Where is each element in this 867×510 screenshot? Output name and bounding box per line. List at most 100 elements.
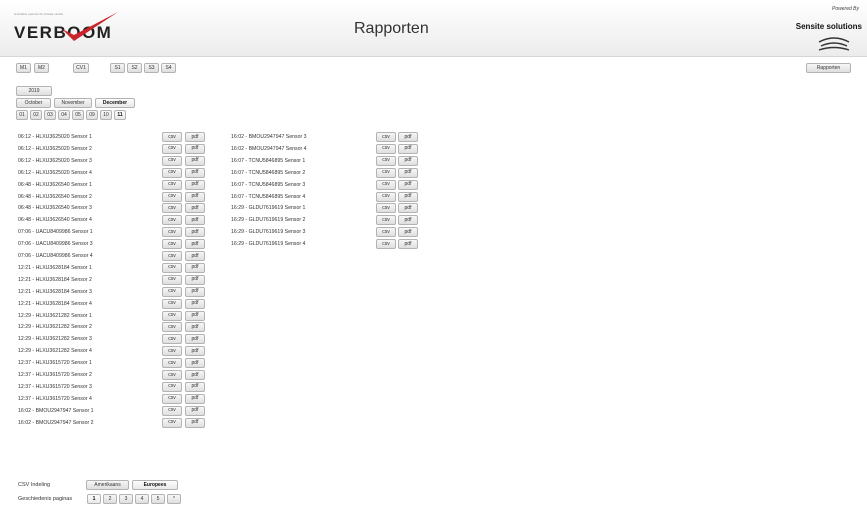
day-button-03[interactable]: 03: [44, 110, 56, 120]
csv-download-button[interactable]: csv: [376, 132, 396, 142]
pdf-download-button[interactable]: pdf: [185, 191, 205, 202]
csv-download-button[interactable]: csv: [162, 393, 182, 404]
csv-download-button[interactable]: csv: [162, 239, 182, 250]
csv-download-button[interactable]: csv: [162, 155, 182, 166]
sensor-button-s1[interactable]: S1: [110, 63, 125, 73]
month-tab-november[interactable]: November: [54, 98, 92, 108]
csv-download-button[interactable]: csv: [376, 191, 396, 202]
day-button-05[interactable]: 05: [72, 110, 84, 120]
csv-download-button[interactable]: csv: [162, 167, 182, 178]
pdf-download-button[interactable]: pdf: [398, 191, 418, 202]
sensor-button-s3[interactable]: S3: [144, 63, 159, 73]
csv-download-button[interactable]: csv: [162, 322, 182, 333]
csv-download-button[interactable]: csv: [162, 381, 182, 392]
csv-download-button[interactable]: csv: [162, 334, 182, 345]
pdf-download-button[interactable]: pdf: [185, 132, 205, 142]
pdf-download-button[interactable]: pdf: [185, 370, 205, 380]
csv-download-button[interactable]: csv: [162, 370, 182, 380]
month-tab-october[interactable]: October: [16, 98, 51, 108]
month-tab-december[interactable]: December: [95, 98, 135, 108]
history-page-button[interactable]: 3: [119, 494, 133, 504]
csv-download-button[interactable]: csv: [376, 227, 396, 238]
pdf-download-button[interactable]: pdf: [398, 227, 418, 238]
pdf-download-button[interactable]: pdf: [185, 381, 205, 392]
pdf-download-button[interactable]: pdf: [185, 239, 205, 250]
csv-download-button[interactable]: csv: [376, 167, 396, 178]
pdf-download-button[interactable]: pdf: [185, 155, 205, 166]
pdf-download-button[interactable]: pdf: [185, 310, 205, 321]
csv-download-button[interactable]: csv: [162, 358, 182, 369]
csv-format-europees[interactable]: Europees: [132, 480, 178, 490]
csv-download-button[interactable]: csv: [162, 405, 182, 416]
csv-download-button[interactable]: csv: [162, 203, 182, 214]
csv-download-button[interactable]: csv: [162, 310, 182, 321]
toolbar: M1 M2 CV1 S1 S2 S3 S4 Rapporten: [0, 60, 867, 74]
day-button-04[interactable]: 04: [58, 110, 70, 120]
pdf-download-button[interactable]: pdf: [185, 251, 205, 261]
csv-download-button[interactable]: csv: [376, 179, 396, 190]
pdf-download-button[interactable]: pdf: [185, 346, 205, 357]
csv-download-button[interactable]: csv: [162, 286, 182, 297]
pdf-download-button[interactable]: pdf: [185, 274, 205, 285]
pdf-download-button[interactable]: pdf: [398, 132, 418, 142]
csv-download-button[interactable]: csv: [162, 227, 182, 238]
pdf-download-button[interactable]: pdf: [398, 239, 418, 250]
day-button-09[interactable]: 09: [86, 110, 98, 120]
csv-download-button[interactable]: csv: [162, 298, 182, 309]
pdf-download-button[interactable]: pdf: [185, 417, 205, 428]
history-page-button[interactable]: 5: [151, 494, 165, 504]
pdf-download-button[interactable]: pdf: [185, 262, 205, 273]
pdf-download-button[interactable]: pdf: [185, 358, 205, 369]
csv-download-button[interactable]: csv: [162, 191, 182, 202]
csv-download-button[interactable]: csv: [162, 251, 182, 261]
pdf-download-button[interactable]: pdf: [185, 334, 205, 345]
pdf-download-button[interactable]: pdf: [185, 167, 205, 178]
csv-download-button[interactable]: csv: [162, 132, 182, 142]
pdf-download-button[interactable]: pdf: [185, 215, 205, 226]
history-page-button[interactable]: 1: [87, 494, 101, 504]
history-page-button[interactable]: *: [167, 494, 181, 504]
csv-download-button[interactable]: csv: [376, 203, 396, 214]
csv-download-button[interactable]: csv: [376, 155, 396, 166]
pdf-download-button[interactable]: pdf: [398, 155, 418, 166]
csv-format-amerikaans[interactable]: Amerikaans: [86, 480, 129, 490]
sensor-button-s4[interactable]: S4: [161, 63, 176, 73]
csv-download-button[interactable]: csv: [162, 179, 182, 190]
csv-download-button[interactable]: csv: [162, 417, 182, 428]
pdf-download-button[interactable]: pdf: [185, 322, 205, 333]
csv-download-button[interactable]: csv: [162, 262, 182, 273]
history-page-button[interactable]: 4: [135, 494, 149, 504]
history-page-button[interactable]: 2: [103, 494, 117, 504]
csv-download-button[interactable]: csv: [162, 274, 182, 285]
sensor-button-s2[interactable]: S2: [127, 63, 142, 73]
rapporten-button[interactable]: Rapporten: [806, 63, 851, 73]
pdf-download-button[interactable]: pdf: [185, 405, 205, 416]
day-button-01[interactable]: 01: [16, 110, 28, 120]
pdf-download-button[interactable]: pdf: [398, 215, 418, 226]
cv-button[interactable]: CV1: [73, 63, 89, 73]
year-button[interactable]: 2019: [16, 86, 52, 96]
csv-download-button[interactable]: csv: [162, 215, 182, 226]
csv-download-button[interactable]: csv: [162, 346, 182, 357]
pdf-download-button[interactable]: pdf: [185, 286, 205, 297]
machine-button-m2[interactable]: M2: [34, 63, 49, 73]
pdf-download-button[interactable]: pdf: [185, 179, 205, 190]
pdf-download-button[interactable]: pdf: [398, 203, 418, 214]
pdf-download-button[interactable]: pdf: [185, 298, 205, 309]
csv-download-button[interactable]: csv: [376, 143, 396, 154]
pdf-download-button[interactable]: pdf: [185, 203, 205, 214]
csv-download-button[interactable]: csv: [376, 239, 396, 250]
day-button-02[interactable]: 02: [30, 110, 42, 120]
pdf-download-button[interactable]: pdf: [398, 143, 418, 154]
pdf-download-button[interactable]: pdf: [398, 179, 418, 190]
csv-download-button[interactable]: csv: [376, 215, 396, 226]
report-label: 16:02 - BMOU2947947 Sensor 2: [18, 419, 94, 426]
pdf-download-button[interactable]: pdf: [185, 143, 205, 154]
day-button-10[interactable]: 10: [100, 110, 112, 120]
pdf-download-button[interactable]: pdf: [185, 227, 205, 238]
pdf-download-button[interactable]: pdf: [185, 393, 205, 404]
csv-download-button[interactable]: csv: [162, 143, 182, 154]
day-button-11[interactable]: 11: [114, 110, 126, 120]
pdf-download-button[interactable]: pdf: [398, 167, 418, 178]
machine-button-m1[interactable]: M1: [16, 63, 31, 73]
